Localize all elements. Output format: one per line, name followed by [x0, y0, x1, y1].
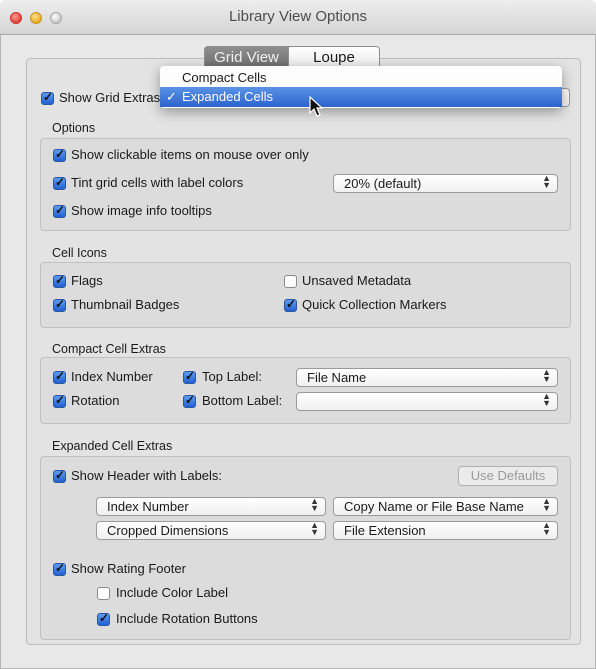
header-field-3-select[interactable]: Cropped Dimensions ▲ ▼	[96, 521, 326, 540]
include-rotation-buttons-checkbox[interactable]	[97, 611, 110, 626]
thumbnail-badges-checkbox[interactable]	[53, 297, 66, 312]
show-header-label: Show Header with Labels:	[71, 468, 223, 483]
window-title: Library View Options	[228, 8, 368, 25]
show-rating-footer-checkbox[interactable]	[53, 561, 66, 576]
show-grid-extras-label: Show Grid Extras	[59, 90, 161, 105]
show-clickable-checkbox[interactable]	[53, 147, 66, 162]
compact-extras-section-title: Compact Cell Extras	[52, 342, 166, 356]
options-section-title: Options	[52, 121, 96, 135]
mouse-pointer-icon	[309, 96, 324, 117]
checkmark-icon: ✓	[166, 89, 177, 104]
index-number-checkbox[interactable]	[53, 369, 66, 384]
cell-icons-group	[40, 262, 571, 328]
rotation-checkbox[interactable]	[53, 393, 66, 408]
select-arrows-icon: ▲ ▼	[542, 496, 551, 513]
header-field-1-value: Index Number	[107, 499, 189, 514]
show-clickable-label: Show clickable items on mouse over only	[71, 147, 309, 162]
tint-cells-label: Tint grid cells with label colors	[71, 175, 244, 190]
tint-cells-checkbox[interactable]	[53, 175, 66, 190]
show-tooltips-checkbox[interactable]	[53, 203, 66, 218]
show-grid-extras-checkbox[interactable]	[41, 90, 54, 105]
rotation-label: Rotation	[71, 393, 120, 408]
bottom-label-label: Bottom Label:	[202, 393, 283, 408]
cell-style-menu: Compact Cells ✓ Expanded Cells	[160, 66, 562, 108]
flags-checkbox[interactable]	[53, 273, 66, 288]
menu-item-expanded-cells-label: Expanded Cells	[182, 89, 274, 104]
header-field-2-select[interactable]: Copy Name or File Base Name ▲ ▼	[333, 497, 558, 516]
unsaved-metadata-checkbox[interactable]	[284, 275, 297, 288]
top-label-checkbox[interactable]	[183, 369, 196, 384]
header-field-3-value: Cropped Dimensions	[107, 523, 229, 538]
header-field-2-value: Copy Name or File Base Name	[344, 499, 524, 514]
quick-collection-label: Quick Collection Markers	[302, 297, 447, 312]
header-field-4-select[interactable]: File Extension ▲ ▼	[333, 521, 558, 540]
top-label-label: Top Label:	[202, 369, 262, 384]
select-arrows-icon: ▲ ▼	[542, 367, 551, 384]
title-bar[interactable]: Library View Options	[0, 0, 596, 35]
show-header-checkbox[interactable]	[53, 468, 66, 483]
header-field-4-value: File Extension	[344, 523, 426, 538]
bottom-label-checkbox[interactable]	[183, 393, 196, 408]
index-number-label: Index Number	[71, 369, 153, 384]
cell-icons-section-title: Cell Icons	[52, 246, 107, 260]
unsaved-metadata-label: Unsaved Metadata	[302, 273, 412, 288]
quick-collection-checkbox[interactable]	[284, 297, 297, 312]
use-defaults-button[interactable]: Use Defaults	[458, 466, 558, 486]
library-view-options-window: Library View Options Grid View Loupe Vie…	[0, 0, 596, 669]
top-label-value: File Name	[307, 370, 367, 385]
flags-label: Flags	[71, 273, 103, 288]
select-arrows-icon: ▲ ▼	[310, 520, 319, 537]
select-arrows-icon: ▲ ▼	[542, 391, 551, 408]
include-color-label-checkbox[interactable]	[97, 587, 110, 600]
show-tooltips-label: Show image info tooltips	[71, 203, 212, 218]
include-rotation-buttons-label: Include Rotation Buttons	[116, 611, 258, 626]
menu-item-compact-cells[interactable]: Compact Cells	[160, 68, 562, 88]
menu-item-expanded-cells[interactable]: ✓ Expanded Cells	[160, 87, 562, 107]
header-field-1-select[interactable]: Index Number ▲ ▼	[96, 497, 326, 516]
thumbnail-badges-label: Thumbnail Badges	[71, 297, 180, 312]
expanded-extras-section-title: Expanded Cell Extras	[52, 439, 173, 453]
top-label-select[interactable]: File Name ▲ ▼	[296, 368, 558, 387]
select-arrows-icon: ▲ ▼	[310, 496, 319, 513]
show-rating-footer-label: Show Rating Footer	[71, 561, 186, 576]
select-arrows-icon: ▲ ▼	[542, 173, 551, 190]
bottom-label-select[interactable]: ▲ ▼	[296, 392, 558, 411]
tint-amount-select[interactable]: 20% (default) ▲ ▼	[333, 174, 558, 193]
select-arrows-icon: ▲ ▼	[542, 520, 551, 537]
include-color-label-label: Include Color Label	[116, 585, 229, 600]
menu-item-compact-cells-label: Compact Cells	[182, 70, 267, 85]
tint-amount-value: 20% (default)	[344, 176, 422, 191]
